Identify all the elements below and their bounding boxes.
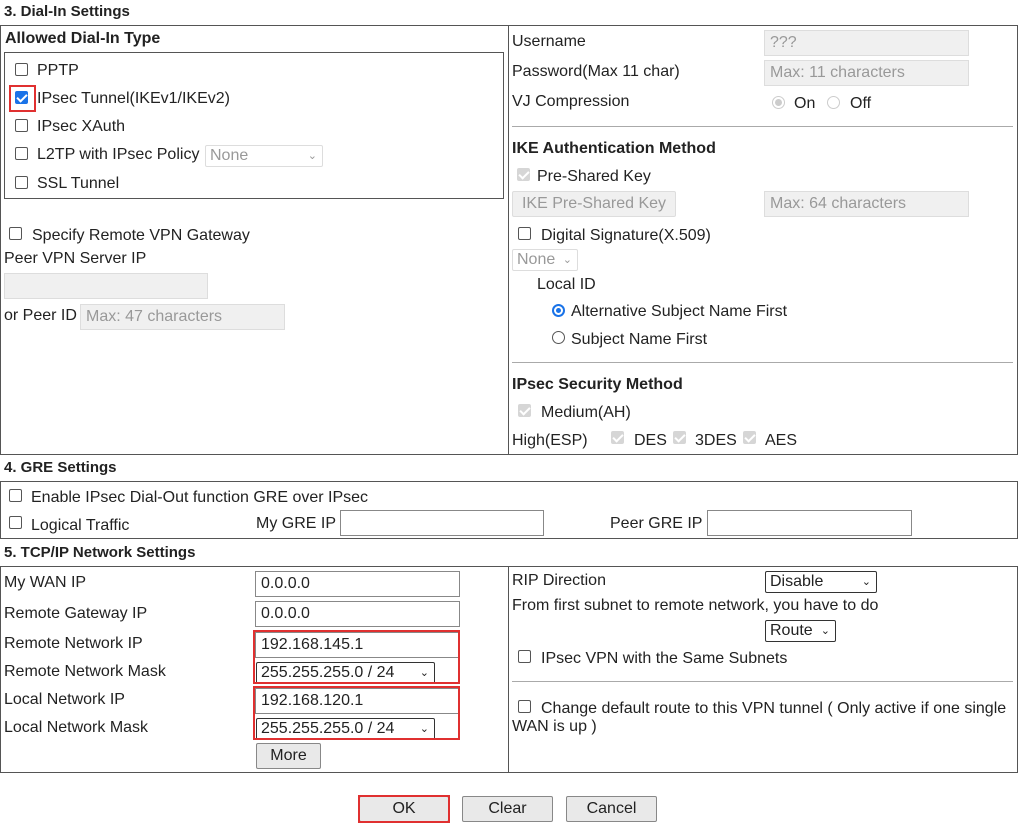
vj-compression-label: VJ Compression xyxy=(512,93,630,110)
psk-checkbox[interactable] xyxy=(517,168,530,181)
high-esp-label: High(ESP) xyxy=(512,432,588,449)
enable-gre-checkbox[interactable] xyxy=(9,489,22,502)
remote-gateway-ip-label: Remote Gateway IP xyxy=(4,605,148,622)
local-id-label: Local ID xyxy=(537,276,596,293)
peer-gre-ip-label: Peer GRE IP xyxy=(610,515,703,532)
chevron-down-icon: ⌄ xyxy=(562,254,572,266)
divider xyxy=(512,681,1013,682)
cancel-button[interactable]: Cancel xyxy=(566,796,657,822)
divider xyxy=(512,126,1013,127)
more-button[interactable]: More xyxy=(256,743,321,769)
chevron-down-icon: ⌄ xyxy=(307,150,317,162)
username-input[interactable]: ??? xyxy=(764,30,969,56)
ike-psk-button[interactable]: IKE Pre-Shared Key xyxy=(512,191,676,217)
logical-traffic-checkbox[interactable] xyxy=(9,516,22,529)
ipsec-tunnel-label: IPsec Tunnel(IKEv1/IKEv2) xyxy=(37,90,230,107)
column-divider xyxy=(508,566,509,773)
aes-label: AES xyxy=(765,432,798,449)
3des-checkbox[interactable] xyxy=(673,431,686,444)
specify-gateway-checkbox[interactable] xyxy=(9,227,22,240)
l2tp-checkbox[interactable] xyxy=(15,147,28,160)
specify-gateway-label: Specify Remote VPN Gateway xyxy=(32,227,250,244)
logical-traffic-label: Logical Traffic xyxy=(31,517,130,534)
local-network-ip-label: Local Network IP xyxy=(4,691,125,708)
ok-highlight xyxy=(358,795,450,823)
medium-ah-checkbox[interactable] xyxy=(518,404,531,417)
remote-network-mask-label: Remote Network Mask xyxy=(4,663,166,680)
pptp-checkbox[interactable] xyxy=(15,63,28,76)
psk-label: Pre-Shared Key xyxy=(537,168,651,185)
column-divider xyxy=(508,25,509,455)
same-subnets-label: IPsec VPN with the Same Subnets xyxy=(541,650,788,667)
route-value: Route xyxy=(770,622,813,639)
des-label: DES xyxy=(634,432,667,449)
peer-gre-ip-input[interactable] xyxy=(707,510,912,536)
alt-subject-radio[interactable] xyxy=(552,304,565,317)
remote-network-highlight xyxy=(253,630,460,684)
subject-radio[interactable] xyxy=(552,331,565,344)
remote-gateway-ip-input[interactable]: 0.0.0.0 xyxy=(255,601,460,627)
password-label: Password(Max 11 char) xyxy=(512,63,680,80)
my-wan-ip-label: My WAN IP xyxy=(4,574,87,591)
username-label: Username xyxy=(512,33,586,50)
chevron-down-icon: ⌄ xyxy=(820,625,830,637)
digital-signature-value: None xyxy=(517,251,556,268)
my-gre-ip-input[interactable] xyxy=(340,510,544,536)
enable-gre-label: Enable IPsec Dial-Out function GRE over … xyxy=(31,489,369,506)
3des-label: 3DES xyxy=(695,432,737,449)
local-network-mask-label: Local Network Mask xyxy=(4,719,149,736)
vj-on-radio[interactable] xyxy=(772,96,785,109)
clear-button[interactable]: Clear xyxy=(462,796,553,822)
first-subnet-label: From first subnet to remote network, you… xyxy=(512,597,879,614)
alt-subject-label: Alternative Subject Name First xyxy=(571,303,788,320)
l2tp-policy-value: None xyxy=(210,147,249,164)
ipsec-security-header: IPsec Security Method xyxy=(512,376,683,393)
change-default-route-label: Change default route to this VPN tunnel … xyxy=(512,700,1007,735)
des-checkbox[interactable] xyxy=(611,431,624,444)
subject-label: Subject Name First xyxy=(571,331,708,348)
local-network-highlight xyxy=(253,686,460,740)
section-title-tcpip: 5. TCP/IP Network Settings xyxy=(4,544,196,561)
digital-signature-label: Digital Signature(X.509) xyxy=(541,227,711,244)
ssl-tunnel-checkbox[interactable] xyxy=(15,176,28,189)
route-select[interactable]: Route ⌄ xyxy=(765,620,836,642)
my-wan-ip-input[interactable]: 0.0.0.0 xyxy=(255,571,460,597)
same-subnets-checkbox[interactable] xyxy=(518,650,531,663)
rip-direction-select[interactable]: Disable ⌄ xyxy=(765,571,877,593)
divider xyxy=(512,362,1013,363)
psk-input[interactable]: Max: 64 characters xyxy=(764,191,969,217)
ipsec-xauth-label: IPsec XAuth xyxy=(37,118,126,135)
l2tp-label: L2TP with IPsec Policy xyxy=(37,146,200,163)
peer-id-input[interactable]: Max: 47 characters xyxy=(80,304,285,330)
peer-id-label: or Peer ID xyxy=(4,307,77,324)
pptp-label: PPTP xyxy=(37,62,79,79)
peer-server-ip-input[interactable] xyxy=(4,273,208,299)
chevron-down-icon: ⌄ xyxy=(861,576,871,588)
remote-network-ip-label: Remote Network IP xyxy=(4,635,143,652)
section-title-dial-in: 3. Dial-In Settings xyxy=(4,3,130,20)
vj-on-label: On xyxy=(794,95,816,112)
ipsec-tunnel-highlight xyxy=(9,85,36,112)
password-input[interactable]: Max: 11 characters xyxy=(764,60,969,86)
rip-direction-value: Disable xyxy=(770,573,824,590)
digital-signature-checkbox[interactable] xyxy=(518,227,531,240)
rip-direction-label: RIP Direction xyxy=(512,572,606,589)
allowed-dial-in-header: Allowed Dial-In Type xyxy=(5,30,161,47)
medium-ah-label: Medium(AH) xyxy=(541,404,631,421)
vj-off-label: Off xyxy=(850,95,872,112)
ssl-tunnel-label: SSL Tunnel xyxy=(37,175,120,192)
aes-checkbox[interactable] xyxy=(743,431,756,444)
l2tp-policy-select[interactable]: None ⌄ xyxy=(205,145,323,167)
ike-auth-header: IKE Authentication Method xyxy=(512,140,716,157)
peer-server-ip-label: Peer VPN Server IP xyxy=(4,250,147,267)
digital-signature-select[interactable]: None ⌄ xyxy=(512,249,578,271)
ipsec-xauth-checkbox[interactable] xyxy=(15,119,28,132)
my-gre-ip-label: My GRE IP xyxy=(256,515,337,532)
section-title-gre: 4. GRE Settings xyxy=(4,459,117,476)
vj-off-radio[interactable] xyxy=(827,96,840,109)
